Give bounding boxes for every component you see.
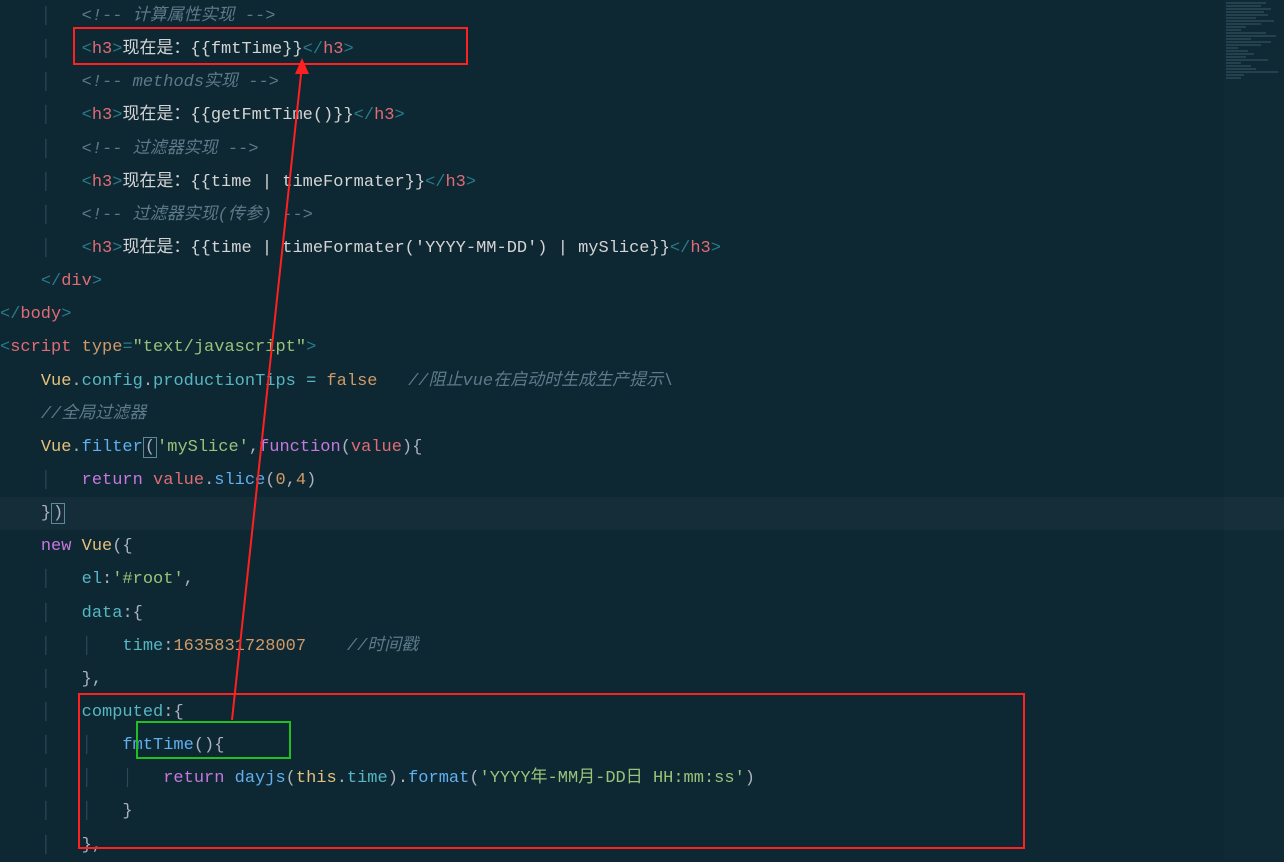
code-line: │ <h3>现在是：{{fmtTime}}</h3> <box>0 33 1284 66</box>
code-line: │ <h3>现在是：{{time | timeFormater('YYYY-MM… <box>0 232 1284 265</box>
code-line: Vue.filter('mySlice',function(value){ <box>0 431 1284 464</box>
code-line: //全局过滤器 <box>0 398 1284 431</box>
code-line: │ <h3>现在是：{{time | timeFormater}}</h3> <box>0 166 1284 199</box>
code-line: │ }, <box>0 663 1284 696</box>
code-line: </div> <box>0 265 1284 298</box>
code-line: │ data:{ <box>0 597 1284 630</box>
code-line: │ <h3>现在是：{{getFmtTime()}}</h3> <box>0 99 1284 132</box>
code-line: │ │ } <box>0 795 1284 828</box>
code-line: │ <!-- 计算属性实现 --> <box>0 0 1284 33</box>
code-line: <script type="text/javascript"> <box>0 331 1284 364</box>
code-line: │ computed:{ <box>0 696 1284 729</box>
code-line: │ <!-- 过滤器实现(传参) --> <box>0 199 1284 232</box>
code-line: │ <!-- 过滤器实现 --> <box>0 133 1284 166</box>
code-line: │ }, <box>0 829 1284 862</box>
code-line: │ el:'#root', <box>0 563 1284 596</box>
minimap[interactable] <box>1224 0 1284 860</box>
code-line: │ <!-- methods实现 --> <box>0 66 1284 99</box>
code-line: │ return value.slice(0,4) <box>0 464 1284 497</box>
code-line: </body> <box>0 298 1284 331</box>
code-line: new Vue({ <box>0 530 1284 563</box>
code-line: }) <box>0 497 1284 530</box>
code-line: │ │ fmtTime(){ <box>0 729 1284 762</box>
minimap-content <box>1226 2 1282 80</box>
code-line: │ │ time:1635831728007 //时间戳 <box>0 630 1284 663</box>
code-line: Vue.config.productionTips = false //阻止vu… <box>0 365 1284 398</box>
code-editor[interactable]: │ <!-- 计算属性实现 --> │ <h3>现在是：{{fmtTime}}<… <box>0 0 1284 862</box>
code-line: │ │ │ return dayjs(this.time).format('YY… <box>0 762 1284 795</box>
